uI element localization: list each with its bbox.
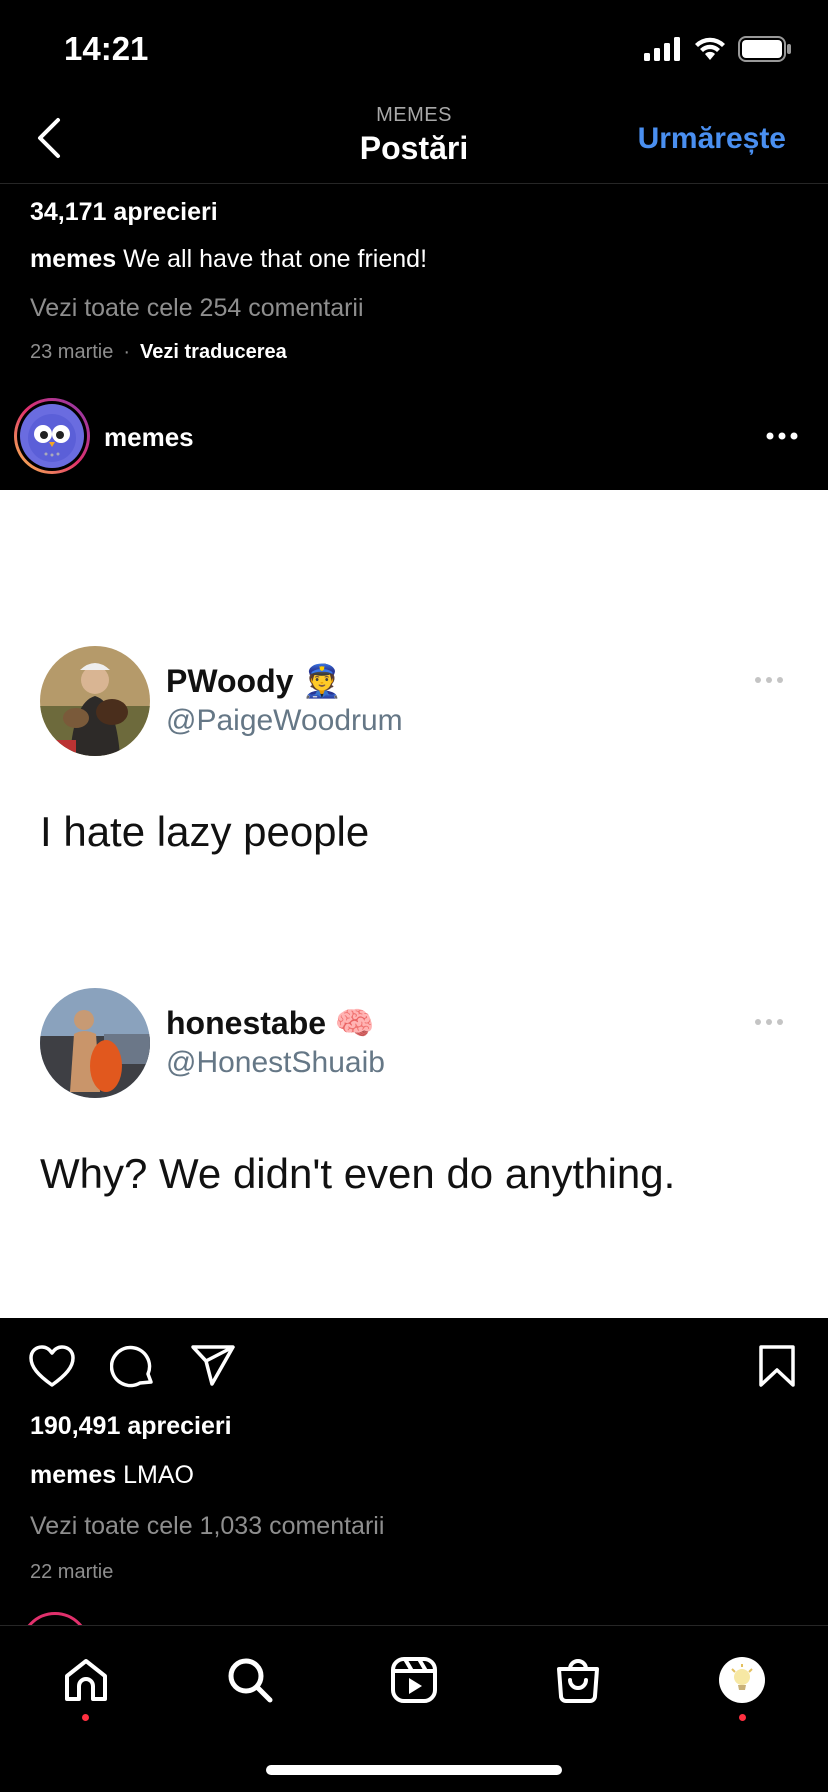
caption-username[interactable]: memes <box>30 245 116 273</box>
caption-text: LMAO <box>123 1461 194 1489</box>
heart-icon[interactable] <box>28 1344 76 1388</box>
home-icon <box>65 1659 107 1701</box>
caption-text: We all have that one friend! <box>123 245 428 273</box>
likes-count[interactable]: 190,491 aprecieri <box>30 1412 800 1441</box>
wifi-icon <box>695 37 725 60</box>
caption-username[interactable]: memes <box>30 1461 116 1489</box>
tweet-author-name: PWoody 👮 <box>166 662 342 700</box>
post-caption: memes We all have that one friend! <box>30 245 800 274</box>
more-options-icon[interactable] <box>766 426 798 446</box>
post-date: 22 martie <box>30 1561 114 1583</box>
tweet-avatar-photo <box>40 646 150 756</box>
view-comments-link[interactable]: Vezi toate cele 254 comentarii <box>30 294 800 323</box>
profile-icon <box>719 1657 765 1703</box>
likes-count[interactable]: 34,171 aprecieri <box>30 198 800 227</box>
home-notification-dot <box>82 1714 89 1721</box>
post-caption: memes LMAO <box>30 1461 800 1490</box>
battery-icon <box>738 36 791 62</box>
comment-icon[interactable] <box>110 1344 156 1390</box>
nav-header: MEMES Postări Urmărește <box>0 100 828 184</box>
search-icon <box>228 1658 273 1703</box>
tweet-more-icon <box>755 677 783 683</box>
tweet-text: Why? We didn't even do anything. <box>40 1150 676 1197</box>
signal-icon <box>644 37 680 61</box>
tweet-avatar-photo <box>40 988 150 1098</box>
post-actions <box>0 1318 828 1414</box>
follow-button[interactable]: Urmărește <box>638 122 786 156</box>
owl-logo-icon <box>28 414 76 462</box>
home-indicator <box>266 1765 562 1775</box>
tweet-text: I hate lazy people <box>40 808 370 855</box>
post-meta: 23 martie · Vezi traducerea <box>30 341 800 364</box>
post-footer: 190,491 aprecieri memes LMAO Vezi toate … <box>30 1412 800 1584</box>
translate-link[interactable]: Vezi traducerea <box>140 341 287 364</box>
tab-search[interactable] <box>220 1650 280 1710</box>
avatar[interactable] <box>14 398 90 474</box>
share-icon[interactable] <box>190 1344 236 1388</box>
tweet-author-name-text: PWoody <box>166 663 294 699</box>
tweet-author-emoji: 🧠 <box>334 1005 375 1041</box>
tweet-author-handle: @HonestShuaib <box>166 1046 385 1079</box>
tab-reels[interactable] <box>384 1650 444 1710</box>
tweet-author-name: honestabe 🧠 <box>166 1004 375 1042</box>
tweet-author-handle: @PaigeWoodrum <box>166 704 403 737</box>
post-username[interactable]: memes <box>104 422 194 453</box>
tweet-author-name-text: honestabe <box>166 1005 327 1041</box>
status-bar: 14:21 <box>0 0 828 100</box>
bookmark-icon[interactable] <box>758 1344 796 1388</box>
tweet-more-icon <box>755 1019 783 1025</box>
status-time: 14:21 <box>64 30 149 67</box>
tab-profile[interactable] <box>712 1650 772 1710</box>
tab-shop[interactable] <box>548 1650 608 1710</box>
previous-post-footer: 34,171 aprecieri memes We all have that … <box>30 198 800 364</box>
shop-icon <box>557 1659 599 1703</box>
meta-separator: · <box>123 341 131 363</box>
tab-home[interactable] <box>56 1650 116 1710</box>
view-comments-link[interactable]: Vezi toate cele 1,033 comentarii <box>30 1512 800 1541</box>
profile-notification-dot <box>739 1714 746 1721</box>
post-date: 23 martie <box>30 341 114 363</box>
post-header: memes <box>0 394 828 490</box>
reels-icon <box>391 1657 437 1703</box>
status-icons <box>644 36 792 62</box>
tweet-author-emoji: 👮 <box>302 663 343 699</box>
post-image[interactable]: PWoody 👮 @PaigeWoodrum I hate lazy peopl… <box>0 490 828 1318</box>
